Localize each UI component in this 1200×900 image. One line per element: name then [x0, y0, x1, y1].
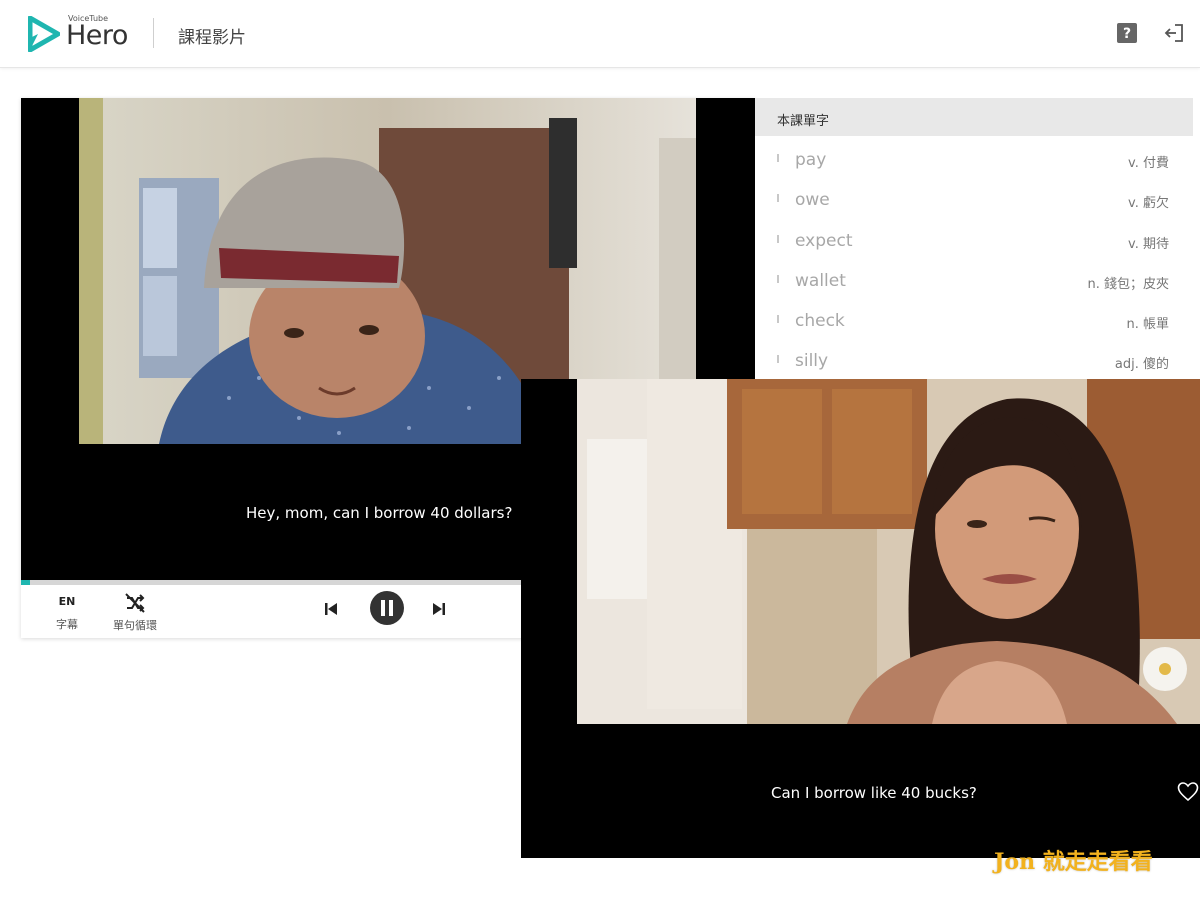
vocabulary-item[interactable]: wallet n. 錢包；皮夾 [755, 257, 1193, 297]
language-code: EN [58, 595, 76, 608]
logo-text: Hero [66, 20, 128, 51]
play-logo-icon [28, 16, 60, 52]
vocabulary-word: pay [795, 150, 827, 170]
vocabulary-definition: n. 帳單 [1126, 317, 1169, 333]
shuffle-off-icon [125, 593, 145, 613]
vocabulary-list: pay v. 付費 owe v. 虧欠 expect v. 期待 wallet … [755, 136, 1193, 378]
vocabulary-word: expect [795, 230, 853, 251]
vocabulary-item[interactable]: pay v. 付費 [755, 136, 1193, 176]
subtitle-text: Can I borrow like 40 bucks? [771, 784, 977, 802]
language-label: 字幕 [56, 618, 78, 631]
list-marker [777, 234, 779, 243]
voicetube-hero-logo[interactable]: VoiceTube Hero [28, 14, 138, 54]
vocabulary-title: 本課單字 [755, 98, 1193, 136]
vocabulary-definition: adj. 傻的 [1114, 357, 1169, 373]
vocabulary-word: check [795, 311, 845, 332]
list-marker [777, 315, 779, 324]
subtitle-text: Hey, mom, can I borrow 40 dollars? [246, 504, 513, 522]
heart-icon[interactable] [1177, 781, 1199, 803]
subtitle-language-button[interactable]: EN 字幕 [51, 595, 83, 632]
question-mark-icon[interactable]: ? [1116, 22, 1138, 44]
vocabulary-word: owe [795, 190, 830, 211]
list-marker [777, 355, 779, 364]
video-player-2[interactable]: Can I borrow like 40 bucks? [521, 379, 1200, 858]
app-header: VoiceTube Hero 課程影片 ? [0, 0, 1200, 68]
vocabulary-definition: v. 付費 [1128, 156, 1169, 171]
list-marker [777, 274, 779, 283]
vocabulary-definition: n. 錢包；皮夾 [1087, 276, 1169, 292]
header-divider [153, 18, 154, 48]
sentence-loop-button[interactable]: 單句循環 [109, 592, 161, 633]
watermark-text: Jon 就走走看看 [994, 849, 1153, 875]
vocabulary-item[interactable]: silly adj. 傻的 [755, 337, 1193, 377]
vocabulary-panel: 本課單字 pay v. 付費 owe v. 虧欠 expect v. 期待 wa… [755, 98, 1193, 383]
page-title: 課程影片 [178, 28, 246, 48]
vocabulary-word: silly [795, 351, 829, 372]
vocabulary-definition: v. 虧欠 [1128, 196, 1169, 212]
logout-icon[interactable] [1163, 22, 1185, 44]
loop-label: 單句循環 [113, 619, 157, 632]
pause-icon[interactable] [369, 590, 405, 626]
list-marker [777, 194, 779, 203]
vocabulary-item[interactable]: check n. 帳單 [755, 297, 1193, 337]
vocabulary-item[interactable]: owe v. 虧欠 [755, 176, 1193, 216]
svg-text:?: ? [1123, 26, 1131, 42]
skip-previous-icon[interactable] [323, 601, 339, 617]
skip-next-icon[interactable] [431, 601, 447, 617]
vocabulary-item[interactable]: expect v. 期待 [755, 217, 1193, 257]
vocabulary-word: wallet [795, 270, 846, 291]
list-marker [777, 154, 779, 162]
video-scene-girl [577, 379, 1200, 724]
vocabulary-definition: v. 期待 [1128, 236, 1169, 252]
